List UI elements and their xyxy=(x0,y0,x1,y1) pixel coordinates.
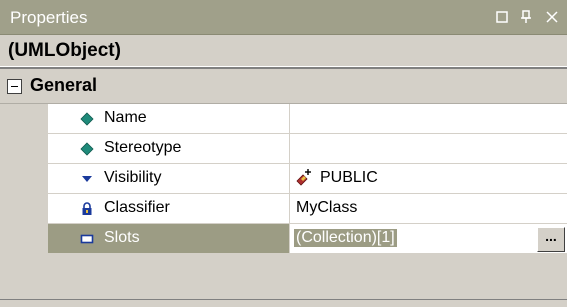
property-grid: General Name Stereotype Visibility PUBLI… xyxy=(0,69,567,307)
property-value[interactable]: (Collection)[1] xyxy=(294,229,397,247)
collapse-toggle-icon[interactable] xyxy=(7,79,22,94)
title-bar: Properties xyxy=(0,0,567,35)
property-name: Name xyxy=(104,109,147,126)
property-name-cell[interactable]: Classifier xyxy=(48,194,290,224)
property-name-cell[interactable]: Stereotype xyxy=(48,134,290,164)
property-row-slots[interactable]: Slots (Collection)[1] ... xyxy=(0,224,567,254)
property-row-visibility[interactable]: Visibility PUBLIC xyxy=(0,164,567,194)
property-name-cell[interactable]: Name xyxy=(48,104,290,134)
properties-panel: Properties (UMLObject) General Name Ster… xyxy=(0,0,567,307)
property-value-cell[interactable]: MyClass xyxy=(290,194,567,224)
category-label: General xyxy=(30,75,98,95)
property-row-name[interactable]: Name xyxy=(0,104,567,134)
property-name: Visibility xyxy=(104,169,162,186)
property-value: PUBLIC xyxy=(320,169,378,186)
dropdown-triangle-icon xyxy=(82,176,92,182)
property-value-cell[interactable]: (Collection)[1] ... xyxy=(290,224,567,254)
category-general[interactable]: General xyxy=(0,69,567,104)
window-float-icon[interactable] xyxy=(494,9,510,25)
close-icon[interactable] xyxy=(544,9,560,25)
property-row-classifier[interactable]: Classifier MyClass xyxy=(0,194,567,224)
property-value: MyClass xyxy=(296,199,358,216)
public-visibility-icon xyxy=(296,169,311,186)
diamond-icon xyxy=(80,112,94,126)
property-value-cell[interactable] xyxy=(290,134,567,164)
lock-icon xyxy=(82,202,92,215)
property-value-cell[interactable] xyxy=(290,104,567,134)
ellipsis-button[interactable]: ... xyxy=(537,227,565,252)
property-value-cell[interactable]: PUBLIC xyxy=(290,164,567,194)
property-name: Slots xyxy=(104,229,140,246)
object-name: (UMLObject) xyxy=(8,40,121,61)
property-name: Stereotype xyxy=(104,139,182,156)
property-row-stereotype[interactable]: Stereotype xyxy=(0,134,567,164)
property-name-cell[interactable]: Visibility xyxy=(48,164,290,194)
object-header: (UMLObject) xyxy=(0,35,567,67)
collection-icon xyxy=(80,234,94,244)
pin-icon[interactable] xyxy=(518,9,534,25)
property-name: Classifier xyxy=(104,199,170,216)
diamond-icon xyxy=(80,142,94,156)
panel-title: Properties xyxy=(10,8,88,27)
grid-bottom-divider xyxy=(0,299,567,300)
property-name-cell[interactable]: Slots xyxy=(48,224,290,254)
